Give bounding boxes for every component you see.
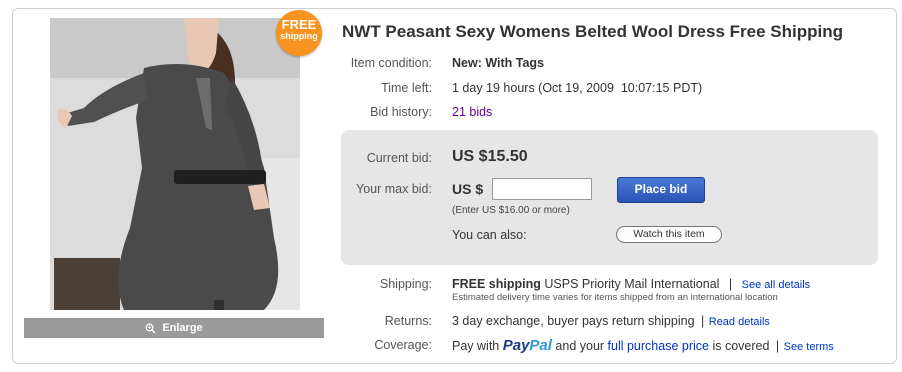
shipping-row: Shipping: FREE shipping USPS Priority Ma… — [0, 277, 902, 293]
coverage-row: Coverage: Pay with PayPal and your full … — [0, 336, 902, 354]
shipping-service: USPS Priority Mail International — [540, 277, 720, 291]
returns-separator: | — [701, 314, 705, 328]
returns-row: Returns: 3 day exchange, buyer pays retu… — [0, 314, 902, 330]
see-terms-link[interactable]: See terms — [784, 341, 834, 353]
max-bid-row: Your max bid: — [0, 182, 902, 198]
shipping-label: Shipping: — [379, 277, 432, 291]
shipping-separator: | — [728, 277, 733, 291]
time-left-label: Time left: — [381, 81, 432, 95]
time-left-value: 1 day 19 hours (Oct 19, 2009 10:07:15 PD… — [452, 81, 703, 95]
item-condition-value: New: With Tags — [452, 56, 545, 70]
max-bid-input[interactable] — [492, 178, 592, 200]
coverage-pre: Pay with — [452, 339, 503, 353]
free-shipping-text: FREE shipping — [452, 277, 541, 291]
badge-line-2: shipping — [280, 31, 318, 41]
coverage-mid: and your — [551, 339, 608, 353]
returns-label: Returns: — [384, 314, 432, 328]
bid-history-label: Bid history: — [370, 105, 432, 119]
you-can-also-label: You can also: — [452, 228, 527, 242]
read-details-link[interactable]: Read details — [709, 316, 770, 328]
time-left-row: Time left: 1 day 19 hours (Oct 19, 2009 … — [0, 81, 902, 97]
shipping-value: FREE shipping USPS Priority Mail Interna… — [452, 277, 810, 291]
free-shipping-badge: FREE shipping — [276, 10, 322, 56]
badge-line-1: FREE — [281, 17, 317, 32]
coverage-label: Coverage: — [374, 338, 432, 352]
max-bid-label: Your max bid: — [356, 182, 432, 196]
coverage-value: Pay with PayPal and your full purchase p… — [452, 337, 834, 354]
coverage-post: is covered — [708, 339, 770, 353]
paypal-logo-part-1: Pay — [502, 337, 530, 354]
currency-prefix: US $ — [452, 181, 484, 197]
shipping-note: Estimated delivery time varies for items… — [452, 292, 778, 303]
current-bid-row: Current bid: — [0, 151, 902, 167]
coverage-separator: | — [775, 339, 780, 353]
current-bid-label: Current bid: — [366, 151, 432, 165]
full-purchase-price-link[interactable]: full purchase price — [608, 339, 709, 353]
paypal-logo: PayPal — [503, 337, 552, 354]
place-bid-button[interactable]: Place bid — [617, 177, 705, 203]
paypal-logo-part-2: Pal — [529, 337, 552, 354]
item-condition-row: Item condition: New: With Tags — [0, 56, 902, 72]
item-title: NWT Peasant Sexy Womens Belted Wool Dres… — [342, 22, 843, 41]
returns-policy: 3 day exchange, buyer pays return shippi… — [452, 314, 695, 328]
see-all-details-link[interactable]: See all details — [742, 279, 811, 291]
bid-count-link[interactable]: 21 bids — [452, 105, 492, 119]
item-condition-label: Item condition: — [350, 56, 432, 70]
returns-value: 3 day exchange, buyer pays return shippi… — [452, 314, 770, 328]
bid-hint: (Enter US $16.00 or more) — [452, 205, 570, 216]
bid-history-row: Bid history: 21 bids — [0, 105, 902, 121]
watch-item-button[interactable]: Watch this item — [616, 226, 722, 243]
current-bid-amount: US $15.50 — [452, 148, 528, 165]
